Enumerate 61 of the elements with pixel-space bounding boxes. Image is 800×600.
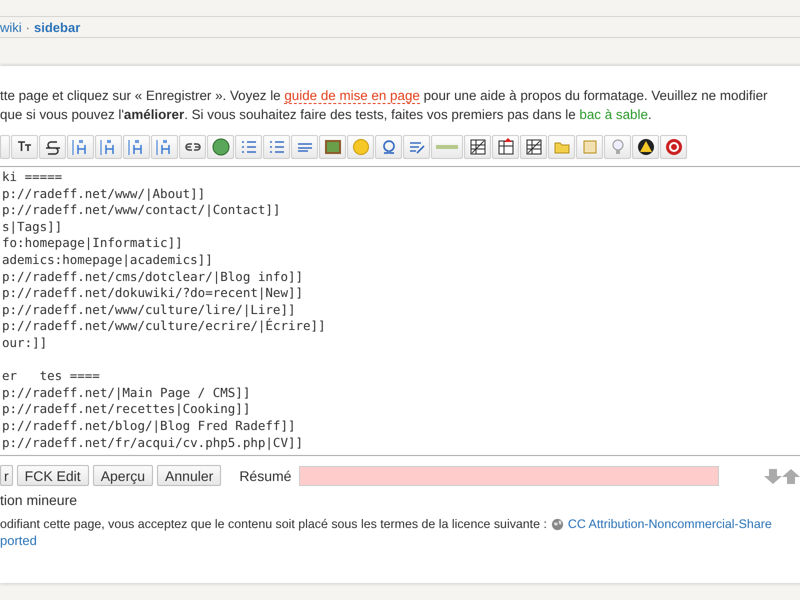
warning-icon — [636, 137, 656, 157]
editor-line: p://radeff.net/www/|About]] — [2, 186, 206, 202]
image-tool-button[interactable] — [319, 135, 346, 159]
license-link[interactable]: CC Attribution-Noncommercial-Share — [568, 517, 772, 531]
table-tool-button[interactable] — [520, 135, 547, 159]
editor-line: s|Tags]] — [2, 218, 62, 236]
warning-tool-button[interactable] — [632, 135, 659, 159]
editor-line: p://radeff.net/www/contact/|Contact]] — [2, 202, 280, 219]
form-button[interactable]: Annuler — [157, 465, 222, 486]
editor-line: p://radeff.net/fr/acqui/cv.php5.php|CV]] — [2, 434, 304, 452]
form-button[interactable]: r — [0, 465, 13, 486]
editor-line: p://radeff.net/dokuwiki/?do=recent|New]] — [2, 285, 304, 302]
strike-tool-button[interactable] — [39, 135, 66, 159]
editor-line: p://radeff.net/www/culture/lire/|Lire]] — [2, 302, 296, 318]
omega-tool-button[interactable] — [375, 135, 402, 159]
editor-line: p://radeff.net/www/culture/ecrire/|Écrire]] — [2, 318, 326, 335]
formatting-guide-link[interactable]: guide de mise en page — [284, 88, 420, 104]
minor-edit-label: tion mineure — [0, 492, 78, 508]
intro-text: que si vous pouvez l'améliorer. Si vous souhaitez faire des tests, faites vos premiers pas dans le bac à sable. — [0, 106, 653, 124]
breadcrumb-separator: · — [26, 20, 30, 34]
editor-line: p://radeff.net/recettes|Cooking]] — [2, 401, 250, 418]
table-add-tool-button[interactable] — [492, 135, 519, 159]
image-icon — [322, 137, 342, 157]
link-tool-button[interactable] — [179, 135, 206, 159]
editor-line: fo:homepage|Informatic]] — [2, 235, 183, 252]
list-tool-button[interactable] — [263, 135, 290, 159]
signature-tool-button[interactable] — [403, 135, 430, 159]
ordered-list-tool-button[interactable] — [235, 135, 262, 159]
stop-tool-button[interactable] — [660, 135, 687, 159]
license-link[interactable]: ported — [0, 533, 37, 548]
globe-tool-button[interactable] — [207, 135, 234, 159]
heading-same-tool-button[interactable] — [67, 135, 94, 159]
editor-line: p://radeff.net/blog/|Blog Fred Radeff]] — [2, 418, 296, 434]
summary-label: Résumé — [239, 468, 292, 484]
editor-line: er tes ==== — [2, 368, 100, 385]
note-tool-button[interactable] — [576, 135, 603, 159]
table-icon — [468, 137, 488, 157]
editor-line: p://radeff.net/|Main Page / CMS]] — [2, 384, 250, 402]
table-add-icon — [496, 137, 516, 157]
editor-line: ki ===== — [2, 169, 62, 186]
license-text: odifiant cette page, vous acceptez que le contenu soit placé sous les termes de la licence suivante : — [0, 517, 547, 531]
intro-text: tte page et cliquez sur « Enregistrer ». Voyez le guide de mise en page pour une aide à propos du formatage. Veuillez ne modifier — [0, 87, 768, 105]
heading-higher-tool-button[interactable] — [123, 135, 150, 159]
form-button[interactable]: Aperçu — [92, 465, 154, 486]
breadcrumb-current[interactable]: sidebar — [34, 20, 80, 34]
heading-lower-tool-button[interactable] — [95, 135, 122, 159]
editor-line: ademics:homepage|academics]] — [2, 252, 213, 269]
sandbox-link[interactable]: bac à sable — [579, 107, 648, 122]
rule-tool-button[interactable] — [291, 135, 318, 159]
table-tool-button[interactable] — [464, 135, 491, 159]
smiley-tool-button[interactable] — [347, 135, 374, 159]
editor-line: p://radeff.net/cms/dotclear/|Blog info]] — [2, 268, 304, 286]
table-icon — [524, 137, 544, 157]
editor-line: our:]] — [2, 334, 48, 352]
form-button[interactable]: FCK Edit — [16, 465, 89, 486]
custom-icon — [436, 145, 458, 149]
summary-field[interactable] — [299, 466, 720, 486]
heading-menu-tool-button[interactable] — [151, 135, 178, 159]
breadcrumb-link[interactable]: wiki — [0, 20, 22, 34]
wiki-text-editor[interactable] — [0, 166, 800, 456]
code-tool-button[interactable] — [11, 135, 38, 159]
